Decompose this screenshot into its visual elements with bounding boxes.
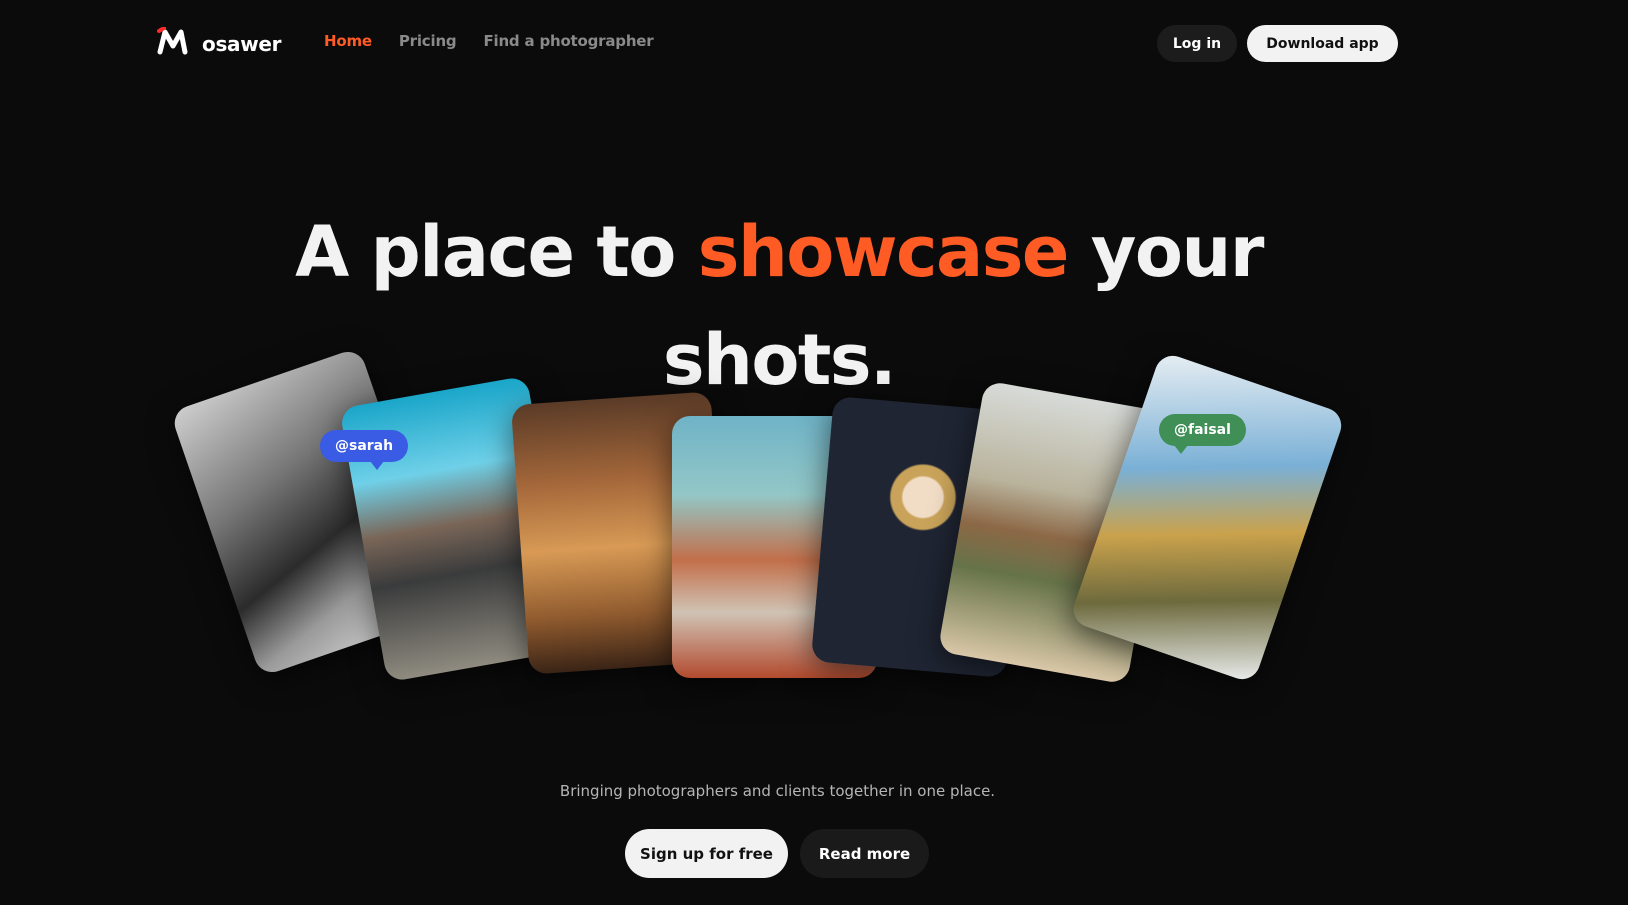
hero-title-accent: showcase [697,211,1070,293]
main-nav: Home Pricing Find a photographer [324,32,654,50]
read-more-button[interactable]: Read more [800,829,929,878]
login-button[interactable]: Log in [1157,25,1237,62]
photographer-tag-sarah[interactable]: @sarah [320,430,409,470]
hero-title: A place to showcase your shots. [0,198,1558,414]
logo-text: osawer [202,32,282,56]
logo[interactable]: osawer [157,26,282,56]
landing-page: osawer Home Pricing Find a photographer … [0,0,1628,905]
nav-home[interactable]: Home [324,32,372,50]
hero-title-part1: A place to [295,211,698,293]
hero-subtitle: Bringing photographers and clients toget… [559,782,996,800]
logo-mark-icon [157,27,188,55]
nav-pricing[interactable]: Pricing [399,32,457,50]
photographer-tag-faisal[interactable]: @faisal [1159,414,1246,454]
hero-title-part2: your [1067,211,1265,293]
nav-find-photographer[interactable]: Find a photographer [483,32,653,50]
download-app-button[interactable]: Download app [1247,25,1398,62]
signup-button[interactable]: Sign up for free [625,829,788,878]
